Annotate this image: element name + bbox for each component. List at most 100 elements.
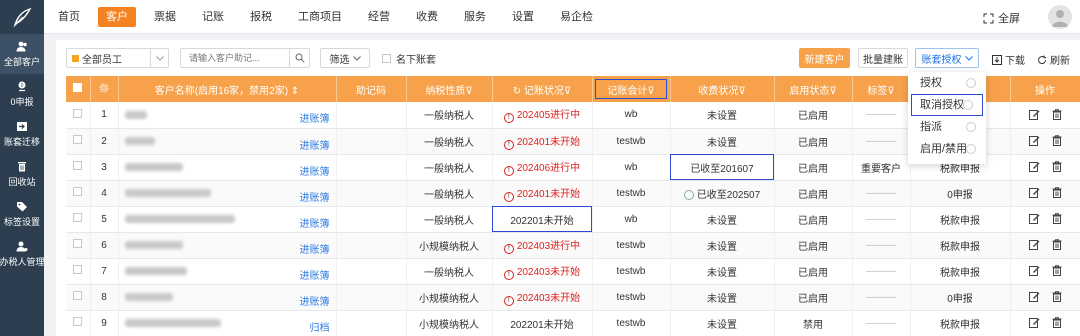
open-ledger-link[interactable]: 进账簿 [300,163,330,178]
delete-icon[interactable] [1052,187,1062,199]
staff-select[interactable]: 全部员工 [66,48,169,68]
filter-button[interactable]: 筛选 [320,48,370,68]
edit-icon[interactable] [1028,317,1040,329]
nav-customers[interactable]: 客户 [98,7,136,27]
delete-icon[interactable] [1052,161,1062,173]
sidebar-item-recycle-bin[interactable]: 回收站 [0,154,44,194]
my-accounts-checkbox[interactable] [382,54,391,63]
sidebar-item-zero-declare[interactable]: 0 0申报 [0,74,44,114]
account-auth-button[interactable]: 账套授权 [915,48,979,68]
row-checkbox-cell[interactable] [66,310,91,336]
nav-bookkeeping[interactable]: 记账 [194,7,232,27]
column-settings-header[interactable] [90,76,119,102]
table-row[interactable]: 6 进账簿 小规模纳税人! 202403进行中 testwb 未设置 已启用 ——— 税款申报 [66,232,1080,259]
row-checkbox-cell[interactable] [66,102,91,129]
app-logo[interactable] [0,0,44,34]
open-ledger-link[interactable]: 进账簿 [300,267,330,282]
new-customer-button[interactable]: 新建客户 [799,48,850,68]
edit-icon[interactable] [1028,291,1040,303]
delete-icon[interactable] [1052,265,1062,277]
bookkeeping-status-cell[interactable]: 202201未开始 [492,206,593,233]
delete-icon[interactable] [1052,109,1062,121]
bookkeeping-status-cell[interactable]: ! 202405进行中 [492,102,593,129]
bookkeeping-status-cell[interactable]: 202201未开始 [492,310,593,336]
edit-icon[interactable] [1028,161,1040,173]
table-row[interactable]: 8 进账簿 小规模纳税人! 202403未开始 testwb 未设置 已启用 ——— 0申报 [66,284,1080,311]
header-accountant[interactable]: 记账会计⊽ [592,76,671,102]
delete-icon[interactable] [1052,239,1062,251]
header-fee-status[interactable]: 收费状况⊽ [670,76,775,102]
row-checkbox-cell[interactable] [66,180,91,207]
open-ledger-link[interactable]: 进账簿 [300,110,330,125]
nav-operations[interactable]: 经营 [360,7,398,27]
select-all-header[interactable] [66,76,91,102]
delete-icon[interactable] [1052,135,1062,147]
table-row[interactable]: 5 进账簿 一般纳税人 202201未开始 wb 未设置 已启用 ——— 税款申报 [66,206,1080,233]
nav-settings[interactable]: 设置 [504,7,542,27]
bookkeeping-status-cell[interactable]: ! 202406进行中 [492,154,593,181]
sidebar-item-tax-person-management[interactable]: 办税人管理 [0,234,45,274]
row-checkbox[interactable] [73,239,83,248]
fee-status-cell[interactable]: 未设置 [670,310,775,336]
sidebar-item-account-migration[interactable]: 账套迁移 [0,114,44,154]
open-ledger-link[interactable]: 进账簿 [300,241,330,256]
open-ledger-link[interactable]: 归档 [310,319,330,334]
table-row[interactable]: 4 进账簿 一般纳税人! 202401未开始 testwb 已收至202507 已启用 ———… [66,180,1080,207]
open-ledger-link[interactable]: 进账簿 [300,189,330,204]
row-checkbox-cell[interactable] [66,154,91,181]
bookkeeping-status-cell[interactable]: ! 202403未开始 [492,284,593,311]
sidebar-item-tag-settings[interactable]: 标签设置 [0,194,44,234]
row-checkbox[interactable] [73,213,83,222]
nav-fees[interactable]: 收费 [408,7,446,27]
row-checkbox-cell[interactable] [66,128,91,155]
refresh-button[interactable]: 刷新 [1037,52,1070,67]
edit-icon[interactable] [1028,239,1040,251]
nav-invoices[interactable]: 票据 [146,7,184,27]
nav-services[interactable]: 服务 [456,7,494,27]
nav-business-projects[interactable]: 工商项目 [290,7,350,27]
row-checkbox-cell[interactable] [66,232,91,259]
fee-status-cell[interactable]: 未设置 [670,206,775,233]
open-ledger-link[interactable]: 进账簿 [300,215,330,230]
delete-icon[interactable] [1052,213,1062,225]
nav-home[interactable]: 首页 [50,7,88,27]
fee-status-cell[interactable]: 未设置 [670,232,775,259]
row-checkbox[interactable] [73,108,83,118]
delete-icon[interactable] [1052,317,1062,329]
nav-tax-filing[interactable]: 报税 [242,7,280,27]
edit-icon[interactable] [1028,265,1040,277]
header-enabled-status[interactable]: 启用状态⊽ [774,76,853,102]
batch-create-button[interactable]: 批量建账 [858,48,908,68]
my-accounts-filter[interactable]: 名下账套 [382,51,436,66]
fee-status-cell[interactable]: 已收至201607 [670,154,775,181]
edit-icon[interactable] [1028,187,1040,199]
download-button[interactable]: 下载 [992,52,1025,67]
row-checkbox[interactable] [73,135,83,144]
select-all-checkbox[interactable] [73,83,83,92]
open-ledger-link[interactable]: 进账簿 [300,293,330,308]
user-avatar[interactable] [1048,5,1072,29]
header-bookkeeping-status[interactable]: ↻ 记账状况⊽ [492,76,593,102]
fullscreen-button[interactable]: 全屏 [983,10,1020,26]
header-tags[interactable]: 标签⊽ [852,76,911,102]
header-taxpayer-type[interactable]: 纳税性质⊽ [406,76,493,102]
sidebar-item-all-customers[interactable]: 全部客户 [0,34,44,74]
row-checkbox[interactable] [73,291,83,300]
table-row[interactable]: 7 进账簿 一般纳税人! 202403未开始 testwb 未设置 已启用 ——— 税款申报 [66,258,1080,285]
row-checkbox[interactable] [73,317,83,326]
menu-item-assign[interactable]: 指派 [908,116,986,138]
edit-icon[interactable] [1028,213,1040,225]
fee-status-cell[interactable]: 未设置 [670,284,775,311]
row-checkbox[interactable] [73,265,83,274]
row-checkbox-cell[interactable] [66,284,91,311]
fee-status-cell[interactable]: 未设置 [670,128,775,155]
bookkeeping-status-cell[interactable]: ! 202401未开始 [492,128,593,155]
bookkeeping-status-cell[interactable]: ! 202403进行中 [492,232,593,259]
fee-status-cell[interactable]: 未设置 [670,258,775,285]
row-checkbox-cell[interactable] [66,258,91,285]
menu-item-authorize[interactable]: 授权 [908,72,986,94]
search-icon[interactable] [289,49,309,67]
bookkeeping-status-cell[interactable]: ! 202401未开始 [492,180,593,207]
header-customer-name[interactable]: 客户名称(启用16家，禁用2家) ⇕ [118,76,337,102]
fee-status-cell[interactable]: 未设置 [670,102,775,129]
